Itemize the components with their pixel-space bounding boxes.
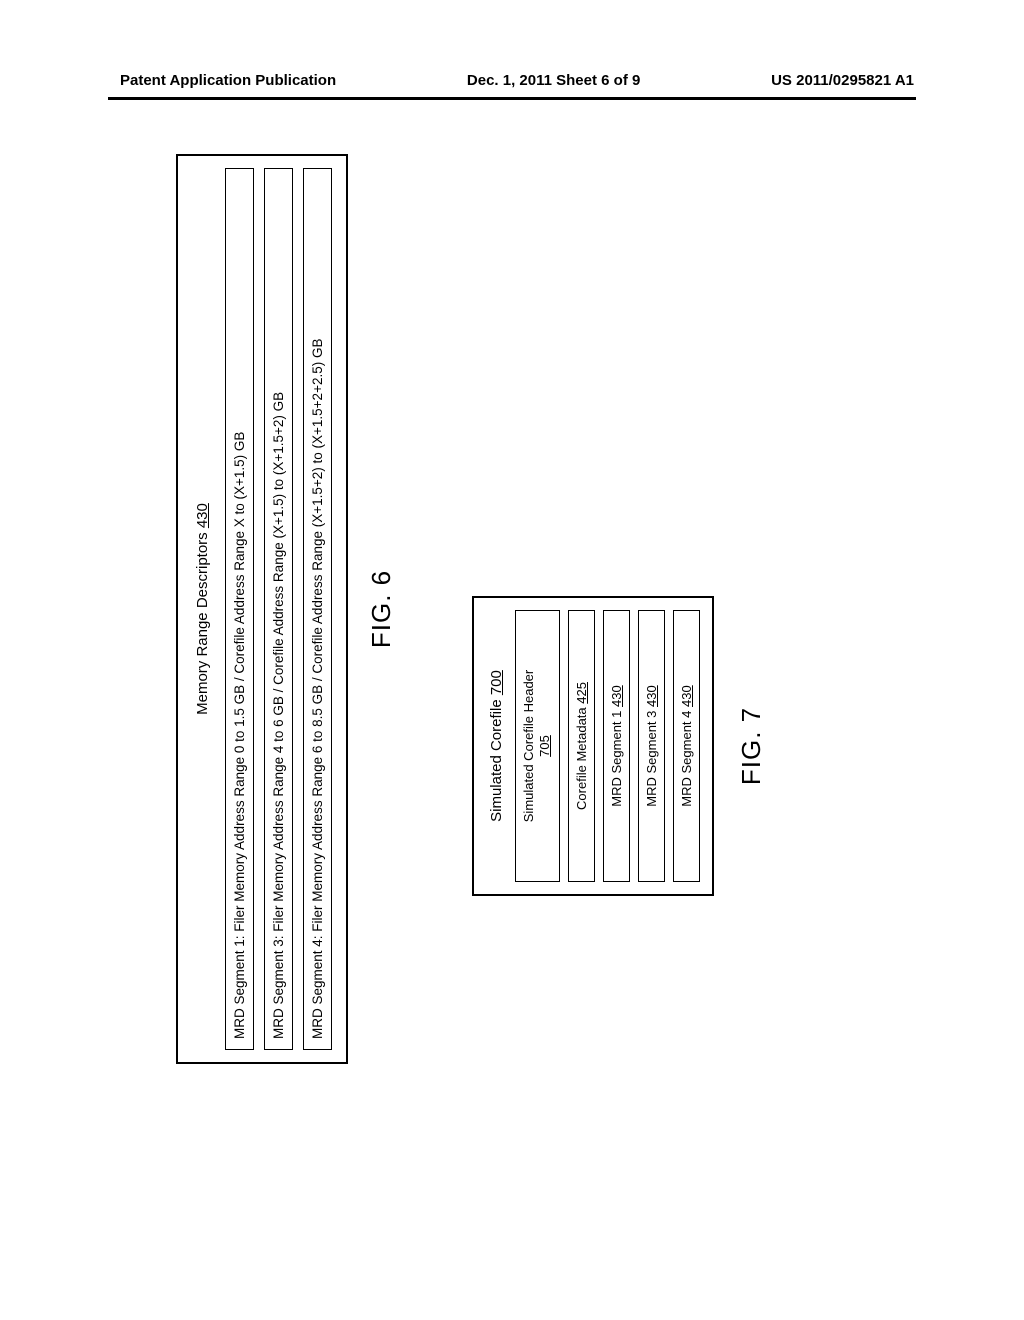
fig7-row: MRD Segment 1 430 (603, 610, 630, 882)
figure-area: Memory Range Descriptors 430 MRD Segment… (0, 0, 1024, 1320)
fig7-row-ref: 430 (679, 685, 694, 707)
fig6-block: Memory Range Descriptors 430 MRD Segment… (176, 154, 397, 1064)
fig7-row-text: MRD Segment 4 (679, 707, 694, 807)
fig7-row-ref: 430 (644, 685, 659, 707)
fig7-title: Simulated Corefile 700 (488, 610, 505, 882)
fig7-row: Corefile Metadata 425 (568, 610, 595, 882)
fig7-label: FIG. 7 (736, 596, 767, 896)
fig6-row: MRD Segment 1: Filer Memory Address Rang… (225, 168, 254, 1050)
fig6-label: FIG. 6 (366, 154, 397, 1064)
fig6-row: MRD Segment 4: Filer Memory Address Rang… (303, 168, 332, 1050)
fig6-title: Memory Range Descriptors 430 (194, 168, 211, 1050)
fig7-header-box: Simulated Corefile Header 705 (515, 610, 560, 882)
fig7-row-text: MRD Segment 1 (609, 707, 624, 807)
fig7-row-ref: 430 (609, 685, 624, 707)
fig7-row-text: MRD Segment 3 (644, 707, 659, 807)
fig7-row-text: Corefile Metadata (574, 704, 589, 810)
fig7-block: Simulated Corefile 700 Simulated Corefil… (472, 596, 767, 896)
fig6-title-ref: 430 (194, 503, 211, 528)
fig6-row: MRD Segment 3: Filer Memory Address Rang… (264, 168, 293, 1050)
fig7-header-line1: Simulated Corefile Header (521, 670, 536, 822)
fig7-header-ref: 705 (537, 735, 552, 757)
fig7-row: MRD Segment 4 430 (673, 610, 700, 882)
fig6-title-text: Memory Range Descriptors (194, 528, 211, 715)
fig7-title-text: Simulated Corefile (488, 695, 505, 822)
fig6-outer-box: Memory Range Descriptors 430 MRD Segment… (176, 154, 348, 1064)
fig7-outer-box: Simulated Corefile 700 Simulated Corefil… (472, 596, 714, 896)
fig7-row-ref: 425 (574, 682, 589, 704)
fig7-title-ref: 700 (488, 670, 505, 695)
fig7-row: MRD Segment 3 430 (638, 610, 665, 882)
